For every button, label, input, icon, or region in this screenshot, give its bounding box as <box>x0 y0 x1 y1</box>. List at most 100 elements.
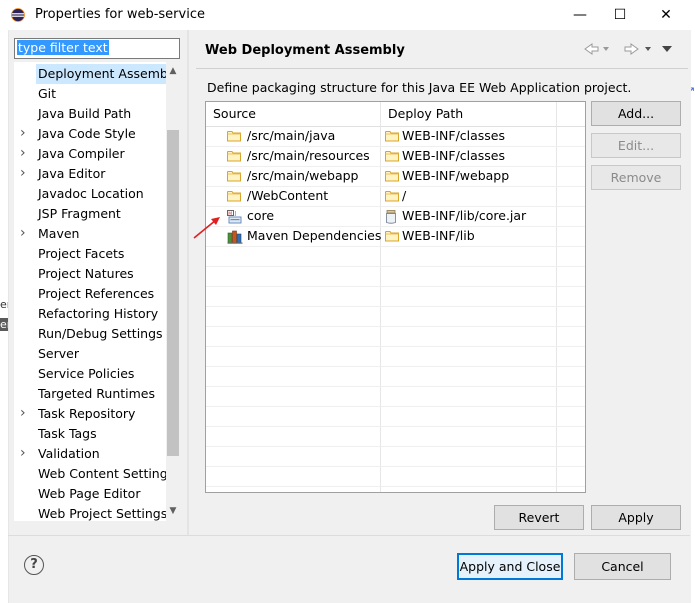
deploy-path-cell: WEB-INF/lib <box>402 228 475 243</box>
forward-icon[interactable] <box>624 43 639 55</box>
assembly-table[interactable]: Source ^ Deploy Path /src/main/java WEB-I… <box>205 101 586 493</box>
source-cell: core <box>247 208 275 223</box>
back-icon[interactable] <box>584 43 599 55</box>
tree-item[interactable]: Web Content Settings <box>14 464 174 484</box>
tree-item[interactable]: › Validation <box>14 444 166 464</box>
splitter[interactable] <box>187 30 189 535</box>
table-row <box>206 386 585 407</box>
table-row <box>206 306 585 327</box>
source-cell: /WebContent <box>247 188 329 203</box>
footer-separator <box>8 535 690 536</box>
property-tree[interactable]: Deployment Assembly Git Java Build Path › Ja… <box>14 62 180 521</box>
table-row <box>206 406 585 427</box>
window-title: Properties for web-service <box>35 7 205 22</box>
scrollbar-thumb[interactable] <box>167 130 179 456</box>
tree-item[interactable]: Run/Debug Settings <box>14 324 166 344</box>
edit-button[interactable]: Edit... <box>591 133 681 158</box>
deploy-path-cell: WEB-INF/webapp <box>402 168 510 183</box>
tree-item[interactable]: Deployment Assembly <box>14 64 180 84</box>
tree-item-label: Web Page Editor <box>38 486 141 501</box>
tree-item[interactable]: Git <box>14 84 166 104</box>
folder-icon <box>227 150 241 165</box>
folder-icon <box>385 190 399 205</box>
tree-item[interactable]: Web Project Settings <box>14 504 168 521</box>
tree-item-label: Targeted Runtimes <box>38 386 155 401</box>
table-row <box>206 266 585 287</box>
table-row[interactable]: /WebContent / <box>206 186 585 207</box>
tree-item-label: Project Natures <box>38 266 134 281</box>
table-row[interactable]: /src/main/webapp WEB-INF/webapp <box>206 166 585 187</box>
revert-button[interactable]: Revert <box>494 505 584 530</box>
tree-item-label: Refactoring History <box>38 306 159 321</box>
apply-and-close-button[interactable]: Apply and Close <box>457 553 563 580</box>
annotation-arrow-icon <box>193 217 220 239</box>
tree-item-label: Maven <box>38 226 80 241</box>
filter-input[interactable]: type filter text <box>14 38 180 59</box>
add-button[interactable]: Add... <box>591 101 681 126</box>
forward-menu-icon[interactable] <box>645 47 651 51</box>
back-menu-icon[interactable] <box>603 47 609 51</box>
tree-item[interactable]: JSP Fragment <box>14 204 166 224</box>
scroll-down-icon[interactable]: ▼ <box>166 504 180 518</box>
table-row <box>206 286 585 307</box>
view-menu-icon[interactable] <box>662 46 672 52</box>
tree-item[interactable]: Web Page Editor <box>14 484 166 504</box>
tree-item-label: Project Facets <box>38 246 125 261</box>
folder-icon <box>385 150 399 165</box>
deploy-path-cell: / <box>402 188 407 203</box>
tree-item[interactable]: Refactoring History <box>14 304 166 324</box>
tree-item[interactable]: Task Tags <box>14 424 166 444</box>
table-row <box>206 326 585 347</box>
table-row[interactable]: /src/main/resources WEB-INF/classes <box>206 146 585 167</box>
remove-button[interactable]: Remove <box>591 165 681 190</box>
tree-item-label: Java Build Path <box>38 106 132 121</box>
column-header-deploy-path[interactable]: Deploy Path <box>381 102 564 126</box>
expand-chevron-icon[interactable]: › <box>20 404 30 423</box>
close-icon: ✕ <box>660 7 672 23</box>
tree-item-label: Git <box>38 86 57 101</box>
cancel-button[interactable]: Cancel <box>574 553 671 580</box>
tree-item-label: Web Project Settings <box>38 506 168 521</box>
tree-item[interactable]: Javadoc Location <box>14 184 166 204</box>
page-title: Web Deployment Assembly <box>205 43 405 58</box>
tree-item-label: Web Content Settings <box>38 466 175 481</box>
expand-chevron-icon[interactable]: › <box>20 224 30 243</box>
help-icon[interactable]: ? <box>24 555 44 575</box>
table-row[interactable]: M Jcore WEB-INF/lib/core.jar <box>206 206 585 227</box>
table-header: Source ^ Deploy Path <box>206 102 585 127</box>
tree-item[interactable]: Project Natures <box>14 264 166 284</box>
tree-item-label: JSP Fragment <box>38 206 121 221</box>
sort-ascending-icon: ^ <box>290 101 298 108</box>
table-row[interactable]: Maven Dependencies WEB-INF/lib <box>206 226 585 247</box>
expand-chevron-icon[interactable]: › <box>20 444 30 463</box>
filter-text: type filter text <box>17 40 109 55</box>
close-button[interactable]: ✕ <box>643 0 689 30</box>
folder-icon <box>227 170 241 185</box>
apply-button[interactable]: Apply <box>591 505 681 530</box>
scroll-up-icon[interactable]: ▲ <box>166 64 180 78</box>
tree-item[interactable]: Server <box>14 344 166 364</box>
maximize-button[interactable]: ☐ <box>597 0 643 30</box>
tree-item[interactable]: Targeted Runtimes <box>14 384 166 404</box>
tree-item[interactable]: › Java Code Style <box>14 124 166 144</box>
maven-project-icon: MJ <box>227 210 243 227</box>
table-row[interactable]: /src/main/java WEB-INF/classes <box>206 126 585 147</box>
tree-item[interactable]: › Java Editor <box>14 164 166 184</box>
deploy-path-cell: WEB-INF/classes <box>402 148 506 163</box>
expand-chevron-icon[interactable]: › <box>20 164 30 183</box>
expand-chevron-icon[interactable]: › <box>20 144 30 163</box>
folder-icon <box>385 170 399 185</box>
tree-item[interactable]: › Maven <box>14 224 166 244</box>
tree-item[interactable]: Service Policies <box>14 364 166 384</box>
folder-icon <box>227 130 241 145</box>
tree-item-label: Java Editor <box>38 166 106 181</box>
tree-item[interactable]: › Task Repository <box>14 404 166 424</box>
tree-item[interactable]: › Java Compiler <box>14 144 166 164</box>
tree-item[interactable]: Java Build Path <box>14 104 166 124</box>
source-cell: /src/main/webapp <box>247 168 359 183</box>
tree-item[interactable]: Project Facets <box>14 244 166 264</box>
tree-item[interactable]: Project References <box>14 284 166 304</box>
tree-item-label: Run/Debug Settings <box>38 326 163 341</box>
expand-chevron-icon[interactable]: › <box>20 124 30 143</box>
tree-item-label: Service Policies <box>38 366 135 381</box>
